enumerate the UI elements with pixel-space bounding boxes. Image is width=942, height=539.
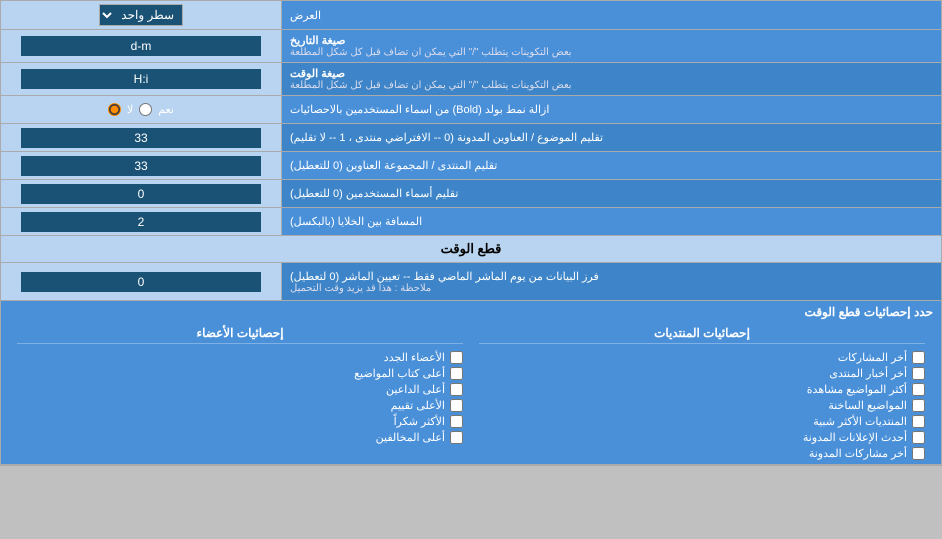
cb-latest-ads[interactable] <box>912 431 925 444</box>
cb-last-news[interactable] <box>912 367 925 380</box>
list-item: أعلى كتاب المواضيع <box>17 367 463 380</box>
list-item: أعلى الداعين <box>17 383 463 396</box>
users-sort-input[interactable] <box>21 184 261 204</box>
list-item: المنتديات الأكثر شبية <box>479 415 925 428</box>
bold-yes-radio[interactable] <box>139 103 152 116</box>
cb-most-thanked[interactable] <box>450 415 463 428</box>
forum-sort-label: تقليم المنتدى / المجموعة العناوين (0 للت… <box>290 159 497 172</box>
realtime-label-main: فرز البيانات من يوم الماشر الماضي فقط --… <box>290 270 599 283</box>
list-item: أخر أخبار المنتدى <box>479 367 925 380</box>
list-item: الأعلى تقييم <box>17 399 463 412</box>
topics-sort-label: تقليم الموضوع / العناوين المدونة (0 -- ا… <box>290 131 603 144</box>
list-item: الأعضاء الجدد <box>17 351 463 364</box>
cb-last-posts[interactable] <box>912 351 925 364</box>
realtime-label-note: ملاحظة : هذا قد يزيد وقت التحميل <box>290 283 431 294</box>
forum-sort-input[interactable] <box>21 156 261 176</box>
realtime-section-header: قطع الوقت <box>1 236 941 263</box>
cb-most-viewed[interactable] <box>912 383 925 396</box>
time-format-input[interactable]: H:i <box>21 69 261 89</box>
realtime-input[interactable] <box>21 272 261 292</box>
date-format-label: صيغة التاريخ <box>290 34 345 47</box>
bold-no-radio[interactable] <box>108 103 121 116</box>
list-item: أخر مشاركات المدونة <box>479 447 925 460</box>
list-item: المواضيع الساخنة <box>479 399 925 412</box>
time-format-label: صيغة الوقت <box>290 67 345 80</box>
time-format-detail: بعض التكوينات يتطلب "/" التي يمكن ان تضا… <box>290 80 572 91</box>
cell-spacing-input[interactable] <box>21 212 261 232</box>
bold-no-label: لا <box>127 103 133 116</box>
page-title: العرض <box>290 9 321 22</box>
cb-similar-forums[interactable] <box>912 415 925 428</box>
cell-spacing-label: المسافة بين الخلايا (بالبكسل) <box>290 215 422 228</box>
cb-top-writers[interactable] <box>450 367 463 380</box>
list-item: أحدث الإعلانات المدونة <box>479 431 925 444</box>
checkbox-section-title: حدد إحصائيات قطع الوقت <box>9 305 933 319</box>
cb-new-members[interactable] <box>450 351 463 364</box>
users-sort-label: تقليم أسماء المستخدمين (0 للتعطيل) <box>290 187 458 200</box>
list-item: الأكثر شكراً <box>17 415 463 428</box>
display-mode-select[interactable]: سطر واحد سطرين ثلاثة أسطر <box>99 4 183 26</box>
date-format-detail: بعض التكوينات يتطلب "/" التي يمكن ان تضا… <box>290 47 572 58</box>
bold-yes-label: نعم <box>158 103 174 116</box>
cb-hot-topics[interactable] <box>912 399 925 412</box>
topics-sort-input[interactable] <box>21 128 261 148</box>
col2-header: إحصائيات الأعضاء <box>17 323 463 344</box>
cb-top-violators[interactable] <box>450 431 463 444</box>
list-item: أعلى المخالفين <box>17 431 463 444</box>
cb-top-inviters[interactable] <box>450 383 463 396</box>
list-item: أكثر المواضيع مشاهدة <box>479 383 925 396</box>
cb-last-blog-posts[interactable] <box>912 447 925 460</box>
col1-header: إحصائيات المنتديات <box>479 323 925 344</box>
cb-top-rated[interactable] <box>450 399 463 412</box>
list-item: أخر المشاركات <box>479 351 925 364</box>
date-format-input[interactable]: d-m <box>21 36 261 56</box>
bold-remove-label: ازالة نمط بولد (Bold) من اسماء المستخدمي… <box>290 103 549 116</box>
